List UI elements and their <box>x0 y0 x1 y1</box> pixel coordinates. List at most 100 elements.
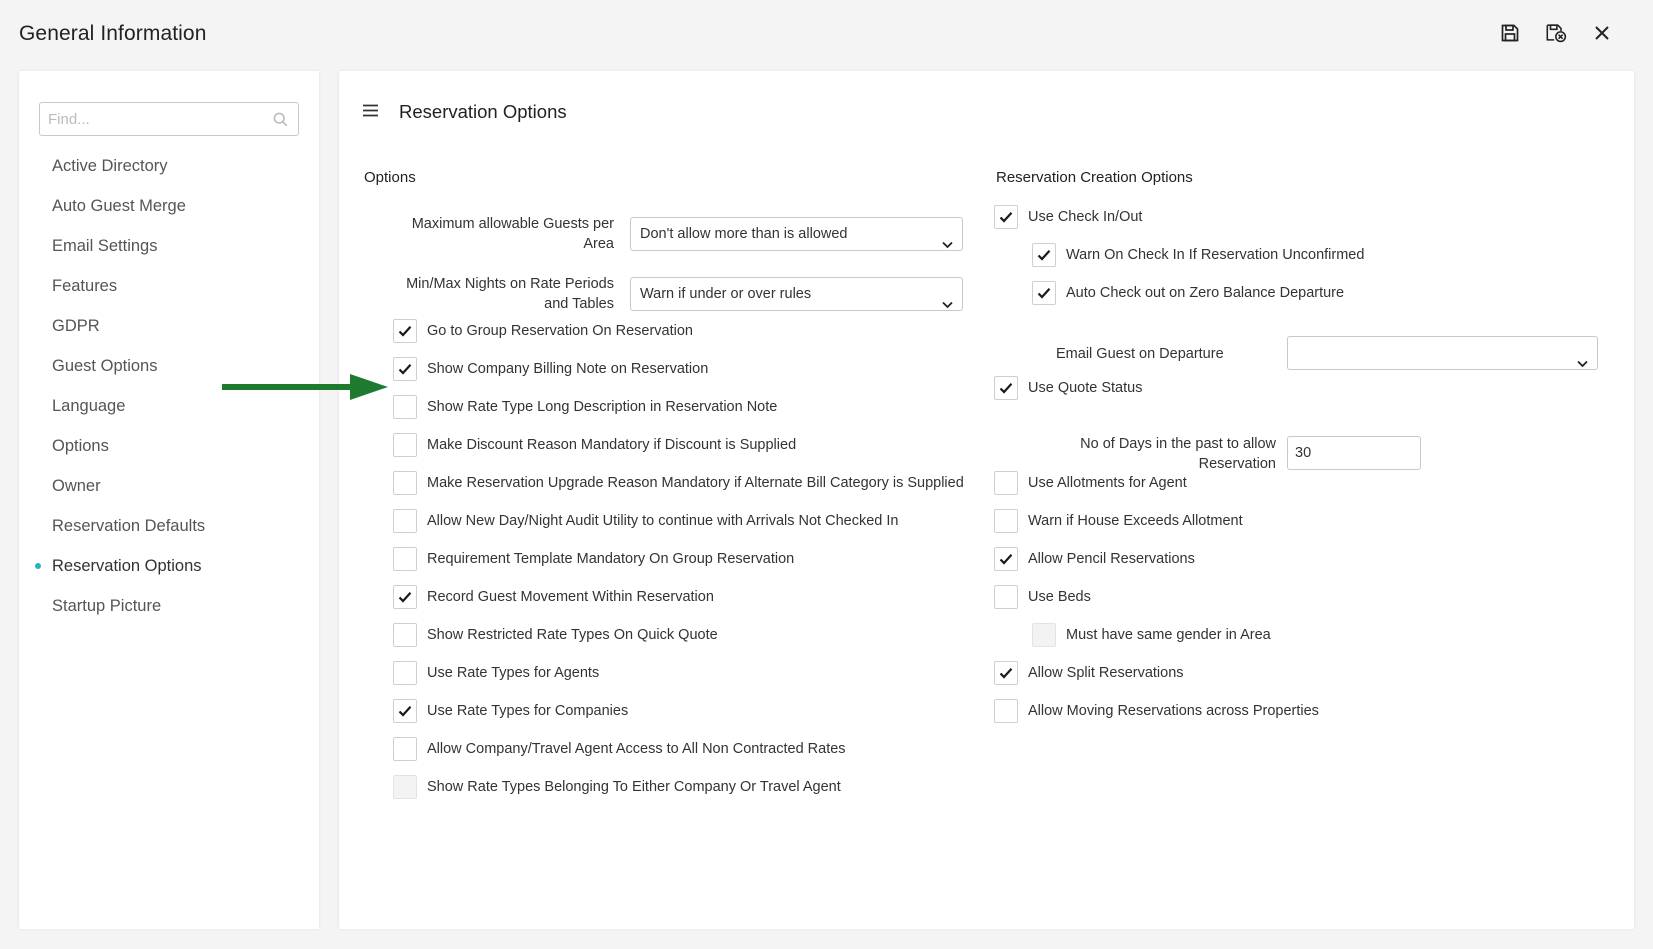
checkmark-icon <box>1037 288 1051 299</box>
checkbox-label: Make Discount Reason Mandatory if Discou… <box>427 437 797 453</box>
option-checkbox-row[interactable]: Use Rate Types for Agents <box>393 660 599 686</box>
option-checkbox-row[interactable]: Show Restricted Rate Types On Quick Quot… <box>393 622 718 648</box>
creation-checkbox-use-beds[interactable]: Use Beds <box>994 584 1091 610</box>
save-close-icon[interactable] <box>1545 22 1567 44</box>
sidebar: Active Directory Auto Guest Merge Email Se… <box>19 71 319 929</box>
checkbox-unchecked[interactable] <box>994 699 1018 723</box>
sidebar-item-label: Auto Guest Merge <box>52 197 186 215</box>
checkbox-unchecked[interactable] <box>393 661 417 685</box>
creation-checkbox-allow-moving[interactable]: Allow Moving Reservations across Propert… <box>994 698 1319 724</box>
checkbox-checked[interactable] <box>1032 281 1056 305</box>
checkbox-checked[interactable] <box>1032 243 1056 267</box>
checkbox-unchecked[interactable] <box>393 471 417 495</box>
checkbox-unchecked[interactable] <box>393 547 417 571</box>
min-max-nights-select[interactable]: Warn if under or over rules <box>630 277 963 311</box>
checkbox-checked[interactable] <box>393 319 417 343</box>
checkbox-unchecked[interactable] <box>393 623 417 647</box>
checkbox-checked[interactable] <box>994 547 1018 571</box>
option-checkbox-row[interactable]: Allow Company/Travel Agent Access to All… <box>393 736 846 762</box>
option-checkbox-row[interactable]: Show Company Billing Note on Reservation <box>393 356 708 382</box>
option-checkbox-row[interactable]: Record Guest Movement Within Reservation <box>393 584 714 610</box>
checkbox-label: Allow Company/Travel Agent Access to All… <box>427 741 846 757</box>
checkbox-label: Record Guest Movement Within Reservation <box>427 589 714 605</box>
checkbox-label: Warn if House Exceeds Allotment <box>1028 513 1243 529</box>
checkbox-label: Allow Pencil Reservations <box>1028 551 1195 567</box>
days-past-input[interactable]: 30 <box>1287 436 1421 470</box>
sidebar-item-gdpr[interactable]: GDPR <box>19 306 319 346</box>
creation-checkbox-auto-check-out[interactable]: Auto Check out on Zero Balance Departure <box>1032 280 1344 306</box>
days-past-label: No of Days in the past to allow Reservat… <box>1080 436 1276 472</box>
sidebar-item-label: Reservation Defaults <box>52 517 206 535</box>
checkbox-checked[interactable] <box>994 205 1018 229</box>
checkbox-unchecked[interactable] <box>994 471 1018 495</box>
checkmark-icon <box>398 364 412 375</box>
save-icon[interactable] <box>1499 22 1521 44</box>
sidebar-item-reservation-options[interactable]: Reservation Options <box>19 546 319 586</box>
checkbox-unchecked[interactable] <box>393 509 417 533</box>
checkbox-unchecked[interactable] <box>393 433 417 457</box>
checkbox-label: Allow Split Reservations <box>1028 665 1184 681</box>
creation-checkbox-warn-house[interactable]: Warn if House Exceeds Allotment <box>994 508 1243 534</box>
checkbox-label: Use Beds <box>1028 589 1091 605</box>
option-checkbox-row[interactable]: Show Rate Type Long Description in Reser… <box>393 394 777 420</box>
option-checkbox-row[interactable]: Use Rate Types for Companies <box>393 698 628 724</box>
checkbox-label: Show Company Billing Note on Reservation <box>427 361 709 377</box>
email-guest-select[interactable] <box>1287 336 1598 370</box>
checkbox-checked[interactable] <box>393 357 417 381</box>
panel-title: Reservation Options <box>399 101 567 122</box>
checkbox-label: Go to Group Reservation On Reservation <box>427 323 693 339</box>
sidebar-item-options[interactable]: Options <box>19 426 319 466</box>
sidebar-item-label: Startup Picture <box>52 597 162 615</box>
creation-checkbox-use-quote-status[interactable]: Use Quote Status <box>994 375 1142 401</box>
checkmark-icon <box>1037 250 1051 261</box>
checkbox-unchecked[interactable] <box>994 585 1018 609</box>
sidebar-item-auto-guest-merge[interactable]: Auto Guest Merge <box>19 186 319 226</box>
search-box[interactable] <box>39 102 299 136</box>
annotation-arrow-icon <box>222 374 388 400</box>
sidebar-item-owner[interactable]: Owner <box>19 466 319 506</box>
min-max-nights-label: Min/Max Nights on Rate Periods and Table… <box>406 276 614 312</box>
checkbox-label: Must have same gender in Area <box>1066 627 1271 643</box>
checkmark-icon <box>999 212 1013 223</box>
sidebar-item-reservation-defaults[interactable]: Reservation Defaults <box>19 506 319 546</box>
top-bar: General Information <box>0 0 1653 70</box>
checkbox-label: Make Reservation Upgrade Reason Mandator… <box>427 475 964 491</box>
option-checkbox-row[interactable]: Make Discount Reason Mandatory if Discou… <box>393 432 796 458</box>
creation-checkbox-allow-split[interactable]: Allow Split Reservations <box>994 660 1184 686</box>
sidebar-item-label: GDPR <box>52 317 100 335</box>
checkbox-checked[interactable] <box>994 376 1018 400</box>
option-checkbox-row[interactable]: Requirement Template Mandatory On Group … <box>393 546 794 572</box>
checkbox-label: Allow Moving Reservations across Propert… <box>1028 703 1319 719</box>
checkbox-label: Use Check In/Out <box>1028 209 1143 225</box>
creation-checkbox-warn-check-in[interactable]: Warn On Check In If Reservation Unconfir… <box>1032 242 1364 268</box>
sidebar-item-active-directory[interactable]: Active Directory <box>19 146 319 186</box>
option-checkbox-row[interactable]: Allow New Day/Night Audit Utility to con… <box>393 508 898 534</box>
creation-checkbox-use-check-in-out[interactable]: Use Check In/Out <box>994 204 1142 230</box>
checkbox-unchecked[interactable] <box>393 737 417 761</box>
option-checkbox-row[interactable]: Make Reservation Upgrade Reason Mandator… <box>393 470 964 496</box>
sidebar-item-startup-picture[interactable]: Startup Picture <box>19 586 319 626</box>
checkbox-label: Show Rate Type Long Description in Reser… <box>427 399 778 415</box>
options-heading: Options <box>364 169 416 186</box>
option-checkbox-row[interactable]: Go to Group Reservation On Reservation <box>393 318 693 344</box>
sidebar-item-label: Active Directory <box>52 157 168 175</box>
window-title: General Information <box>19 22 207 45</box>
creation-checkbox-same-gender[interactable]: Must have same gender in Area <box>1032 622 1271 648</box>
option-checkbox-row[interactable]: Show Rate Types Belonging To Either Comp… <box>393 774 841 800</box>
checkbox-unchecked[interactable] <box>393 395 417 419</box>
search-icon[interactable] <box>273 112 288 132</box>
creation-checkbox-allow-pencil[interactable]: Allow Pencil Reservations <box>994 546 1195 572</box>
search-input[interactable] <box>46 104 266 134</box>
close-icon[interactable] <box>1591 22 1613 44</box>
hamburger-menu-icon[interactable] <box>363 104 378 122</box>
max-guests-label: Maximum allowable Guests per Area <box>411 216 614 252</box>
max-guests-select[interactable]: Don't allow more than is allowed <box>630 217 963 251</box>
checkbox-unchecked[interactable] <box>994 509 1018 533</box>
checkbox-checked[interactable] <box>393 585 417 609</box>
checkbox-checked[interactable] <box>393 699 417 723</box>
checkmark-icon <box>999 668 1013 679</box>
checkbox-label: Show Restricted Rate Types On Quick Quot… <box>427 627 718 643</box>
checkbox-checked[interactable] <box>994 661 1018 685</box>
sidebar-item-email-settings[interactable]: Email Settings <box>19 226 319 266</box>
sidebar-item-features[interactable]: Features <box>19 266 319 306</box>
